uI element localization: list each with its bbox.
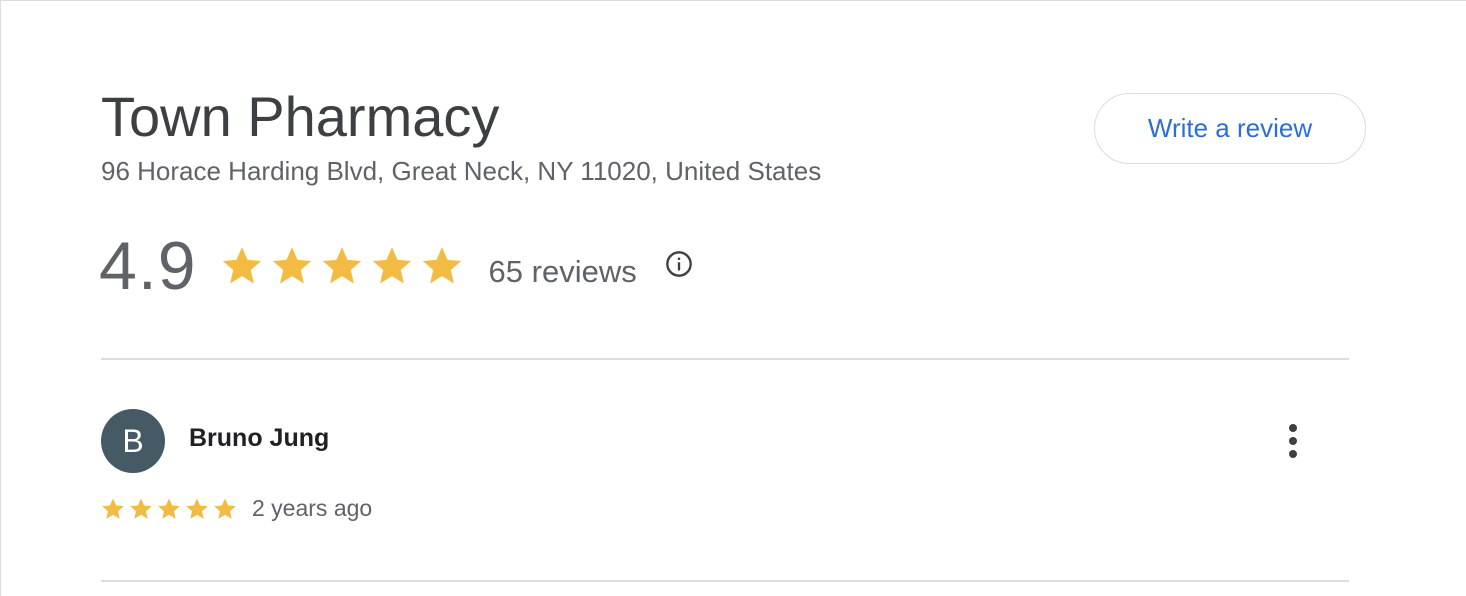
- reviewer-name[interactable]: Bruno Jung: [189, 424, 329, 453]
- place-address: 96 Horace Harding Blvd, Great Neck, NY 1…: [101, 156, 822, 186]
- avatar-initial: B: [122, 422, 144, 459]
- star-icon: [214, 497, 236, 519]
- rating-stars: [219, 243, 465, 289]
- info-icon[interactable]: [665, 250, 693, 278]
- star-icon: [222, 247, 261, 284]
- avatar[interactable]: B: [101, 409, 165, 473]
- review-count[interactable]: 65 reviews: [489, 254, 637, 290]
- write-review-button[interactable]: Write a review: [1094, 93, 1366, 164]
- more-options-button[interactable]: [1276, 420, 1310, 462]
- write-review-label: Write a review: [1147, 113, 1313, 143]
- rating-summary: 4.9 65 reviews: [99, 226, 693, 306]
- star-icon: [130, 497, 152, 519]
- place-title: Town Pharmacy: [101, 85, 500, 148]
- star-icon: [372, 247, 411, 284]
- star-icon: [272, 247, 311, 284]
- star-icon: [322, 247, 361, 284]
- star-icon: [158, 497, 180, 519]
- more-vert-icon: [1289, 424, 1297, 432]
- rating-value: 4.9: [99, 228, 197, 304]
- star-icon: [186, 497, 208, 519]
- star-icon: [102, 497, 124, 519]
- star-icon: [422, 247, 461, 284]
- divider: [101, 358, 1349, 360]
- divider: [101, 580, 1349, 582]
- review-time: 2 years ago: [252, 495, 373, 521]
- review-meta: 2 years ago: [100, 495, 372, 522]
- review-stars: [100, 496, 238, 522]
